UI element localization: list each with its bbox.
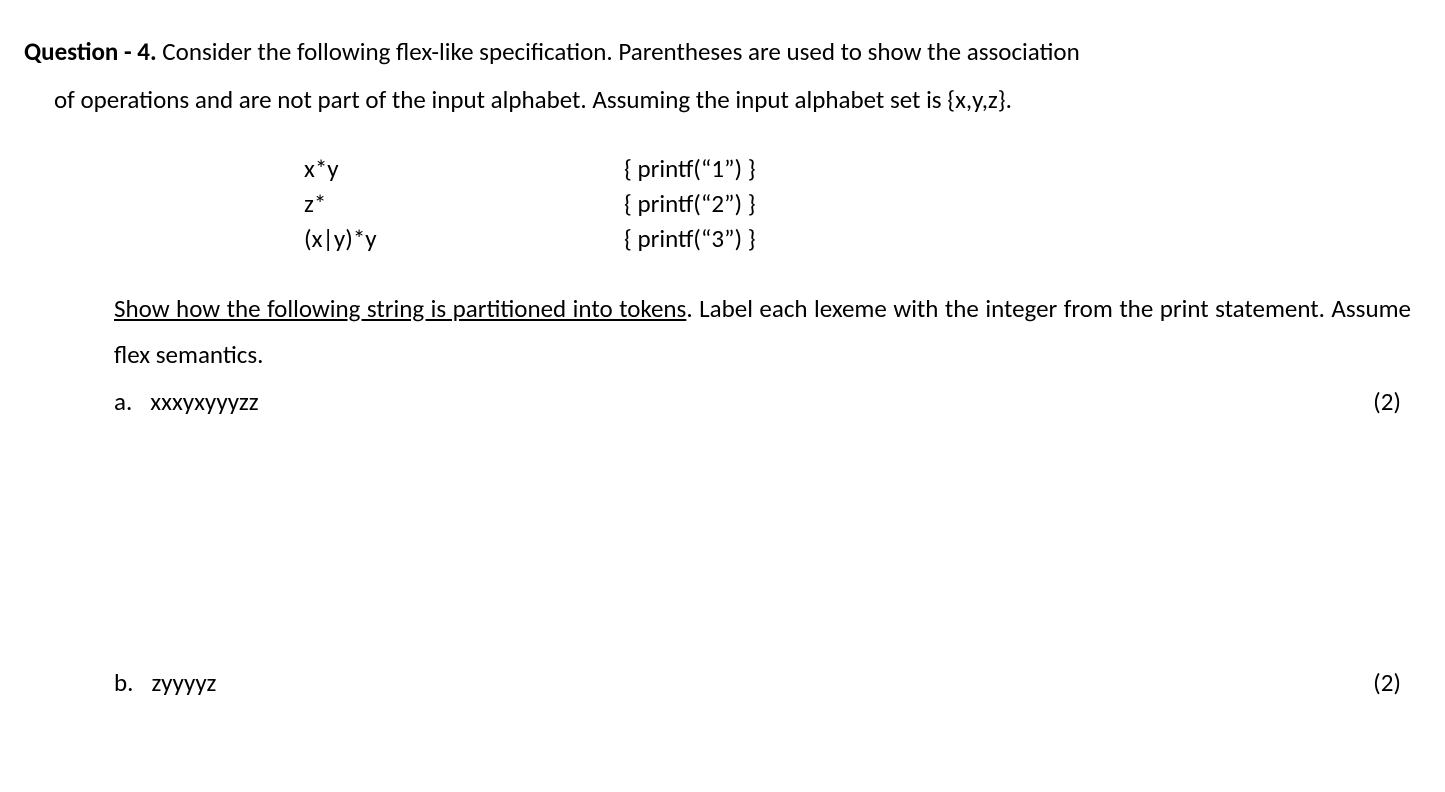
question-line1: Consider the following flex-like specifi… bbox=[157, 36, 1080, 67]
flex-specification: x*y { printf(“1”) } z* { printf(“2”) } (… bbox=[304, 151, 1421, 256]
spec-pattern: x*y bbox=[304, 151, 624, 186]
task-underlined: Show how the following string is partiti… bbox=[114, 293, 686, 324]
spec-row: z* { printf(“2”) } bbox=[304, 186, 1421, 221]
spec-row: x*y { printf(“1”) } bbox=[304, 151, 1421, 186]
question-line2: of operations and are not part of the in… bbox=[24, 76, 1421, 124]
spec-pattern: (x|y)*y bbox=[304, 221, 624, 256]
subpart-marks: (2) bbox=[1373, 379, 1401, 425]
question-header: Question - 4. Consider the following fle… bbox=[24, 28, 1421, 76]
subpart-string: zyyyyz bbox=[151, 660, 216, 706]
task-instruction: Show how the following string is partiti… bbox=[114, 286, 1411, 379]
subpart-string: xxxyxyyyzz bbox=[150, 379, 258, 425]
spec-action: { printf(“2”) } bbox=[624, 186, 756, 221]
subpart-b: b. zyyyyz (2) bbox=[114, 660, 1411, 706]
subpart-a: a. xxxyxyyyzz (2) bbox=[114, 379, 1411, 425]
subpart-marks: (2) bbox=[1373, 660, 1401, 706]
spec-action: { printf(“3”) } bbox=[624, 221, 756, 256]
task-block: Show how the following string is partiti… bbox=[24, 286, 1421, 706]
question-label: Question - 4. bbox=[24, 36, 157, 67]
subpart-letter: a. bbox=[114, 379, 132, 425]
subpart-letter: b. bbox=[114, 660, 133, 706]
spec-action: { printf(“1”) } bbox=[624, 151, 756, 186]
spec-pattern: z* bbox=[304, 186, 624, 221]
spec-row: (x|y)*y { printf(“3”) } bbox=[304, 221, 1421, 256]
